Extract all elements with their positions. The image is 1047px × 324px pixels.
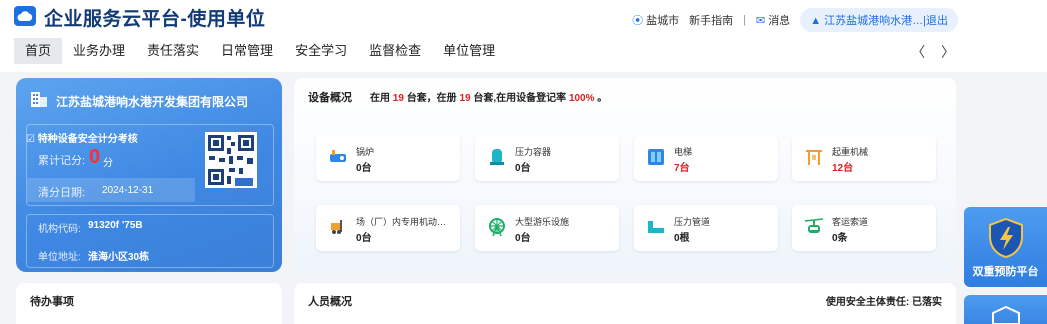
todo-panel: 待办事项 — [16, 283, 282, 324]
equip-count: 12台 — [832, 163, 854, 174]
personnel-title: 人员概况 — [308, 296, 352, 308]
summary-mid1: 台套，在册 — [406, 93, 457, 104]
equip-name: 锅炉 — [356, 147, 375, 157]
equipment-title: 设备概况 — [308, 92, 352, 104]
shield-outline-icon — [992, 305, 1020, 324]
user-name: 江苏盐城港响水港… — [824, 15, 924, 27]
score-unit: 分 — [103, 158, 113, 169]
equip-card-vehicle[interactable]: 场（厂）内专用机动… 0台 — [316, 205, 460, 251]
org-code-value: 91320f '75B — [88, 220, 143, 231]
shield-icon — [989, 217, 1023, 259]
equip-card-boiler[interactable]: 锅炉 0台 — [316, 135, 460, 181]
clear-date-label: 清分日期: — [38, 187, 86, 199]
org-code-label: 机构代码: — [38, 224, 81, 235]
guide-link[interactable]: 新手指南 — [689, 12, 733, 28]
nav-item-business[interactable]: 业务办理 — [62, 38, 136, 64]
equip-card-pipeline[interactable]: 压力管道 0根 — [634, 205, 778, 251]
message-label: 消息 — [768, 15, 791, 27]
message-link[interactable]: ✉ 消息 — [756, 12, 790, 28]
clear-date-value: 2024-12-31 — [102, 185, 154, 196]
location-pin-icon: ⦿ — [632, 15, 644, 27]
equip-card-cableway[interactable]: 客运索道 0条 — [792, 205, 936, 251]
ferris-wheel-icon — [489, 218, 505, 237]
equip-name: 压力管道 — [674, 217, 711, 227]
address-label: 单位地址: — [38, 252, 81, 263]
separator: | — [743, 14, 746, 26]
logout-link[interactable]: |退出 — [923, 15, 948, 27]
company-card: 江苏盐城港响水港开发集团有限公司 ☑ 特种设备安全计分考核 累计记分: 0 分 … — [16, 78, 282, 272]
user-pill[interactable]: ▲ 江苏盐城港响水港…|退出 — [800, 8, 958, 32]
equip-count: 0台 — [515, 233, 531, 244]
equip-count: 0台 — [356, 233, 372, 244]
equip-count: 0台 — [515, 163, 531, 174]
top-right-bar: ⦿ 盐城市 新手指南 | ✉ 消息 ▲ 江苏盐城港响水港…|退出 — [632, 8, 958, 32]
pipeline-icon — [648, 221, 664, 233]
nav-item-learning[interactable]: 安全学习 — [284, 38, 358, 64]
nav-item-unit[interactable]: 单位管理 — [432, 38, 506, 64]
equip-card-crane[interactable]: 起重机械 12台 — [792, 135, 936, 181]
equip-count: 0台 — [356, 163, 372, 174]
summary-suffix: 。 — [597, 93, 608, 104]
in-use-count: 19 — [392, 93, 404, 104]
forklift-icon — [331, 220, 342, 234]
equip-count: 0根 — [674, 233, 690, 244]
responsibility-status: 使用安全主体责任: 已落实 — [825, 297, 942, 308]
main-nav: 首页 业务办理 责任落实 日常管理 安全学习 监督检查 单位管理 — [14, 38, 506, 64]
equip-name: 客运索道 — [832, 217, 869, 227]
equip-card-amusement[interactable]: 大型游乐设施 0台 — [475, 205, 619, 251]
equip-name: 起重机械 — [832, 147, 869, 157]
summary-mid2: 台套,在用设备登记率 — [473, 93, 567, 104]
cable-car-icon — [804, 218, 824, 233]
personnel-panel: 人员概况 使用安全主体责任: 已落实 — [294, 283, 956, 324]
top-bar: 企业服务云平台-使用单位 ⦿ 盐城市 新手指南 | ✉ 消息 ▲ 江苏盐城港响水港…… — [0, 0, 1047, 72]
registered-count: 19 — [459, 93, 471, 104]
registration-rate: 100% — [568, 93, 595, 104]
nav-arrows[interactable]: 〈 〉 — [911, 42, 961, 62]
nav-item-inspection[interactable]: 监督检查 — [358, 38, 432, 64]
dual-prevention-button[interactable]: 双重预防平台 — [964, 207, 1047, 287]
crane-icon — [806, 150, 822, 165]
equip-name: 电梯 — [674, 147, 693, 157]
checklist-icon: ☑ — [26, 134, 38, 145]
pressure-vessel-icon — [490, 149, 504, 165]
nav-item-daily[interactable]: 日常管理 — [210, 38, 284, 64]
elevator-icon — [648, 149, 664, 165]
nav-item-home[interactable]: 首页 — [14, 38, 63, 64]
address-value: 淮海小区30栋 — [88, 252, 150, 263]
company-name: 江苏盐城港响水港开发集团有限公司 — [56, 95, 249, 109]
equip-name: 场（厂）内专用机动… — [356, 217, 447, 227]
secondary-float-button[interactable] — [964, 295, 1047, 324]
building-icon — [31, 92, 47, 107]
equip-card-elevator[interactable]: 电梯 7台 — [634, 135, 778, 181]
location-label: 盐城市 — [646, 15, 680, 27]
equip-count: 0条 — [832, 233, 848, 244]
nav-item-responsibility[interactable]: 责任落实 — [136, 38, 210, 64]
summary-prefix: 在用 — [370, 93, 390, 104]
dual-prevention-label: 双重预防平台 — [972, 266, 1039, 278]
location-link[interactable]: ⦿ 盐城市 — [632, 12, 679, 28]
qr-code-icon[interactable] — [205, 132, 257, 188]
equip-name: 压力容器 — [515, 147, 552, 157]
equipment-summary: 在用 19 台套，在册 19 台套,在用设备登记率 100% 。 — [370, 89, 607, 104]
assessment-title: ☑ 特种设备安全计分考核 — [26, 130, 138, 145]
app-title: 企业服务云平台-使用单位 — [44, 9, 266, 30]
score-value: 0 — [89, 146, 101, 168]
todo-title: 待办事项 — [30, 296, 74, 308]
equip-card-pressure-vessel[interactable]: 压力容器 0台 — [475, 135, 619, 181]
assessment-title-text: 特种设备安全计分考核 — [37, 134, 138, 145]
mail-icon: ✉ — [755, 15, 766, 27]
cloud-logo-icon — [14, 6, 36, 26]
equip-name: 大型游乐设施 — [515, 217, 570, 227]
user-icon: ▲ — [810, 15, 825, 27]
score-label: 累计记分: — [38, 155, 86, 167]
boiler-icon — [330, 150, 346, 162]
equip-count: 7台 — [674, 163, 690, 174]
equipment-panel: 设备概况 在用 19 台套，在册 19 台套,在用设备登记率 100% 。 锅炉… — [294, 78, 956, 273]
